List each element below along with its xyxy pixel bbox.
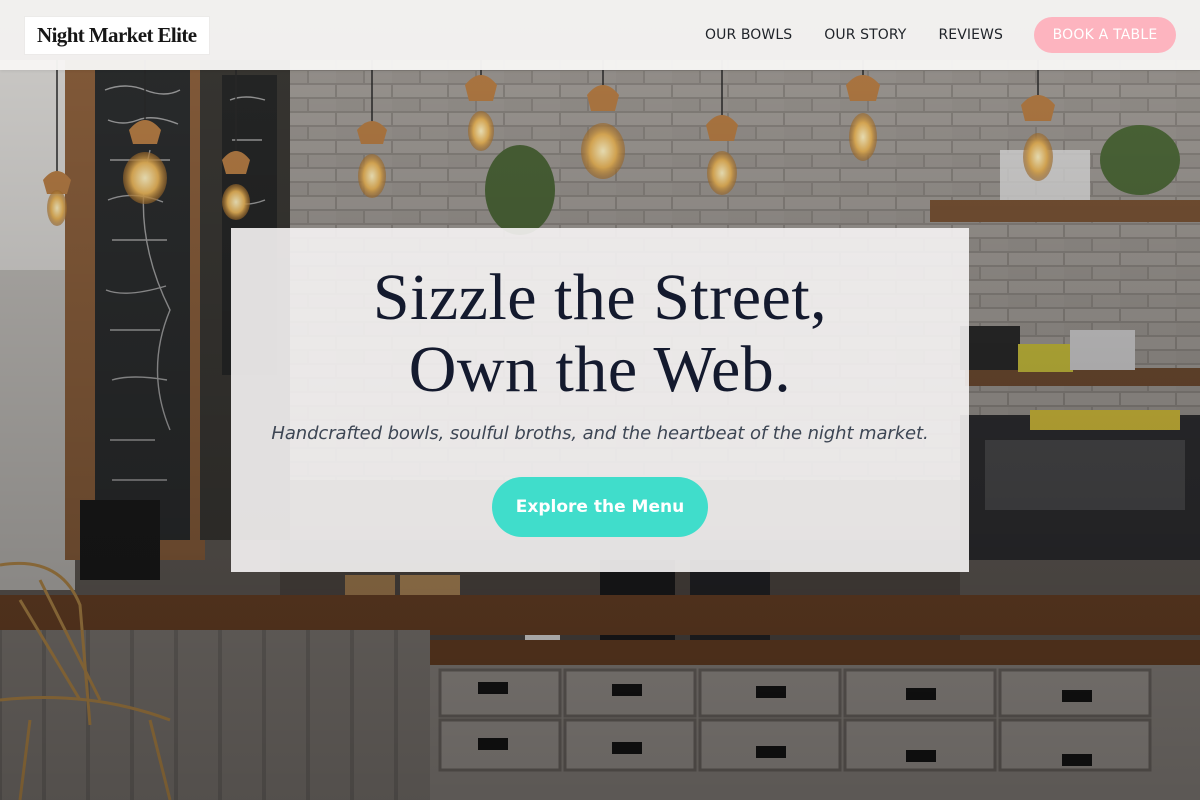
hero-card: Sizzle the Street, Own the Web. Handcraf… bbox=[231, 228, 969, 572]
nav-link-reviews[interactable]: REVIEWS bbox=[938, 27, 1003, 43]
site-header: Night Market Elite OUR BOWLS OUR STORY R… bbox=[0, 0, 1200, 70]
nav-link-our-story[interactable]: OUR STORY bbox=[824, 27, 906, 43]
hero-title-line-1: Sizzle the Street, bbox=[372, 261, 828, 334]
hero-title: Sizzle the Street, Own the Web. bbox=[231, 262, 969, 406]
main-nav: OUR BOWLS OUR STORY REVIEWS BOOK A TABLE bbox=[705, 17, 1176, 53]
brand-name: Night Market Elite bbox=[37, 22, 197, 47]
book-table-button[interactable]: BOOK A TABLE bbox=[1034, 17, 1176, 53]
hero-subtitle: Handcrafted bowls, soulful broths, and t… bbox=[271, 423, 929, 444]
brand-logo[interactable]: Night Market Elite bbox=[25, 16, 209, 54]
explore-menu-button[interactable]: Explore the Menu bbox=[492, 477, 708, 537]
hero-title-line-2: Own the Web. bbox=[408, 333, 792, 406]
nav-link-our-bowls[interactable]: OUR BOWLS bbox=[705, 27, 792, 43]
